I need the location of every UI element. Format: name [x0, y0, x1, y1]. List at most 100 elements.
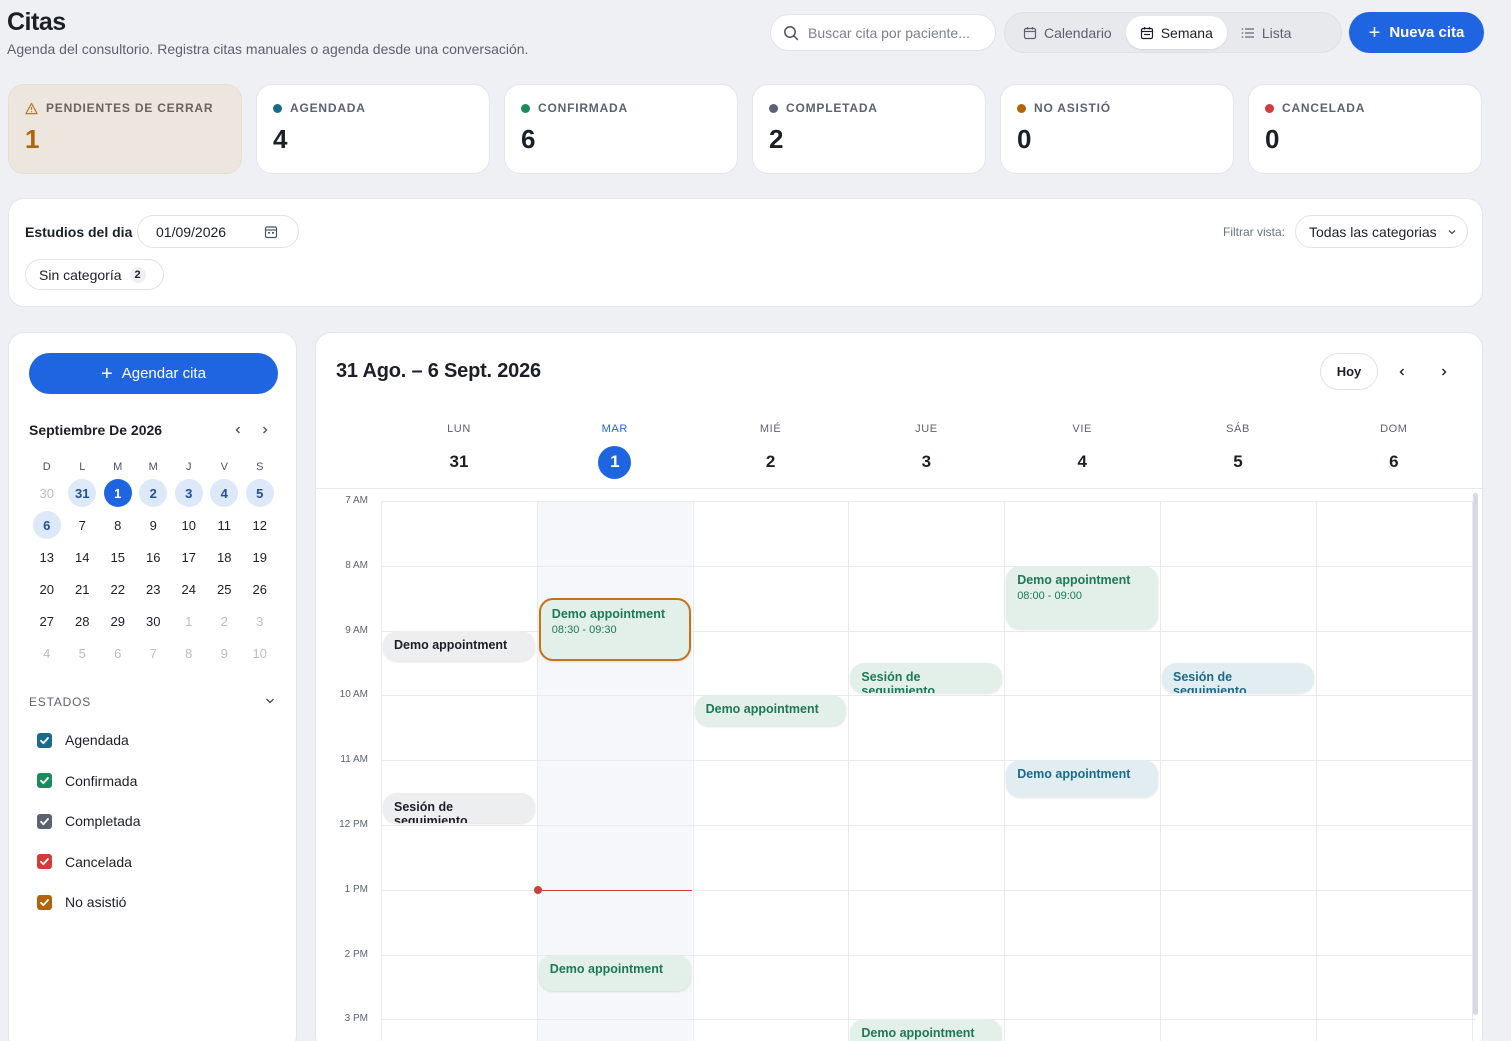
appointment-event[interactable]: Sesión de seguimiento: [850, 663, 1003, 694]
mini-calendar-day[interactable]: 5: [65, 639, 101, 667]
date-field[interactable]: 01/09/2026: [137, 215, 299, 248]
mini-calendar-day[interactable]: 8: [100, 511, 136, 539]
stat-card-cancelada[interactable]: CANCELADA 0: [1248, 84, 1482, 174]
checkbox[interactable]: [37, 773, 52, 788]
stat-card-agendada[interactable]: AGENDADA 4: [256, 84, 490, 174]
checkbox[interactable]: [37, 813, 52, 829]
estado-filter-item[interactable]: Agendada: [37, 732, 129, 748]
mini-calendar-day[interactable]: 8: [171, 639, 207, 667]
time-grid[interactable]: 7 AM 8 AM 9 AM 10 AM 11 AM 12 PM 1 PM 2 PM 3 PM D…: [316, 495, 1476, 1041]
chip-label: Sin categoría: [39, 266, 122, 283]
next-week-button[interactable]: [1434, 362, 1454, 382]
mini-calendar-day[interactable]: 10: [171, 511, 207, 539]
mini-calendar-day[interactable]: 27: [29, 607, 65, 635]
prev-week-button[interactable]: [1392, 362, 1412, 382]
calendar-icon[interactable]: [264, 225, 278, 239]
day-column-divider: [381, 501, 382, 1041]
mini-calendar-day[interactable]: 2: [136, 479, 172, 507]
estado-filter-item[interactable]: Cancelada: [37, 854, 132, 870]
mini-calendar-day[interactable]: 6: [29, 511, 65, 539]
prev-month-button[interactable]: [231, 422, 245, 438]
appointment-event[interactable]: Demo appointment: [538, 954, 691, 992]
nueva-cita-button[interactable]: + Nueva cita: [1349, 12, 1484, 53]
stat-card-no-asistio[interactable]: NO ASISTIÓ 0: [1000, 84, 1234, 174]
mini-calendar-day[interactable]: 30: [29, 479, 65, 507]
search-input[interactable]: [808, 24, 988, 41]
checkbox[interactable]: [37, 732, 52, 748]
mini-calendar-day[interactable]: 24: [171, 575, 207, 603]
mini-calendar-day[interactable]: 17: [171, 543, 207, 571]
mini-calendar-day[interactable]: 18: [207, 543, 243, 571]
scrollbar[interactable]: [1473, 493, 1478, 1015]
appointment-event[interactable]: Demo appointment: [1006, 760, 1158, 798]
mini-calendar-day[interactable]: 3: [171, 479, 207, 507]
day-header[interactable]: SÁB 5: [1160, 423, 1316, 478]
mini-calendar-day[interactable]: 22: [100, 575, 136, 603]
day-name: LUN: [447, 423, 471, 435]
mini-calendar-day[interactable]: 21: [65, 575, 101, 603]
hour-gridline: [381, 565, 1476, 567]
mini-calendar-day[interactable]: 15: [100, 543, 136, 571]
day-header[interactable]: LUN 31: [381, 423, 537, 478]
agendar-cita-button[interactable]: + Agendar cita: [29, 353, 278, 394]
mini-calendar-day[interactable]: 9: [136, 511, 172, 539]
estado-filter-item[interactable]: Completada: [37, 813, 141, 829]
day-name: MIÉ: [759, 423, 782, 435]
mini-calendar-day[interactable]: 31: [65, 479, 101, 507]
estado-filter-item[interactable]: Confirmada: [37, 773, 137, 789]
day-header[interactable]: JUE 3: [848, 423, 1004, 478]
mini-calendar-day[interactable]: 2: [207, 607, 243, 635]
mini-calendar-day[interactable]: 1: [100, 479, 136, 507]
checkbox[interactable]: [37, 854, 52, 869]
mini-calendar-day[interactable]: 23: [136, 575, 172, 603]
day-header[interactable]: MAR 1: [537, 423, 693, 479]
appointment-event[interactable]: Demo appointment: [694, 695, 847, 726]
appointment-event[interactable]: Demo appointment: [850, 1019, 1003, 1041]
mini-calendar-day[interactable]: 5: [242, 479, 278, 507]
category-chip[interactable]: Sin categoría 2: [25, 259, 164, 290]
appointment-event[interactable]: Demo appointment: [383, 630, 535, 661]
appointment-event[interactable]: Demo appointment 08:30 - 09:30: [538, 598, 691, 661]
mini-calendar-day[interactable]: 16: [136, 543, 172, 571]
mini-calendar-day[interactable]: 4: [207, 479, 243, 507]
appointment-event[interactable]: Sesión de seguimiento: [1162, 663, 1314, 694]
stat-card-completada[interactable]: COMPLETADA 2: [752, 84, 986, 174]
view-lista-button[interactable]: Lista: [1227, 16, 1306, 49]
mini-calendar-day[interactable]: 10: [242, 639, 278, 667]
mini-calendar-day[interactable]: 11: [207, 511, 243, 539]
view-calendario-button[interactable]: Calendario: [1009, 16, 1126, 49]
next-month-button[interactable]: [258, 422, 272, 438]
mini-calendar-day[interactable]: 26: [242, 575, 278, 603]
mini-calendar-day[interactable]: 1: [171, 607, 207, 635]
day-header[interactable]: VIE 4: [1004, 423, 1160, 478]
day-name: VIE: [1072, 423, 1092, 435]
mini-calendar-day[interactable]: 29: [100, 607, 136, 635]
mini-calendar-day[interactable]: 7: [136, 639, 172, 667]
mini-calendar-day[interactable]: 7: [65, 511, 101, 539]
day-header[interactable]: MIÉ 2: [693, 423, 849, 478]
search-box[interactable]: [770, 14, 996, 51]
mini-calendar-day[interactable]: 13: [29, 543, 65, 571]
mini-calendar-day[interactable]: 20: [29, 575, 65, 603]
appointment-event[interactable]: Demo appointment 08:00 - 09:00: [1006, 565, 1158, 629]
mini-calendar-day[interactable]: 25: [207, 575, 243, 603]
mini-calendar-day[interactable]: 6: [100, 639, 136, 667]
mini-calendar-day[interactable]: 14: [65, 543, 101, 571]
appointment-event[interactable]: Sesión de seguimiento: [383, 792, 535, 823]
chevron-down-icon[interactable]: [264, 695, 276, 707]
mini-calendar-day[interactable]: 12: [242, 511, 278, 539]
category-filter-select[interactable]: Todas las categorias: [1295, 215, 1468, 248]
mini-calendar-day[interactable]: 30: [136, 607, 172, 635]
checkbox[interactable]: [37, 894, 52, 910]
stat-card-confirmada[interactable]: CONFIRMADA 6: [504, 84, 738, 174]
mini-calendar-day[interactable]: 3: [242, 607, 278, 635]
mini-calendar-day[interactable]: 19: [242, 543, 278, 571]
estado-filter-item[interactable]: No asistió: [37, 894, 126, 910]
today-button[interactable]: Hoy: [1320, 353, 1378, 390]
mini-calendar-day[interactable]: 9: [207, 639, 243, 667]
stat-card-pendientes[interactable]: PENDIENTES DE CERRAR 1: [8, 84, 242, 174]
mini-calendar-day[interactable]: 4: [29, 639, 65, 667]
view-semana-button[interactable]: Semana: [1125, 16, 1227, 49]
day-header[interactable]: DOM 6: [1316, 423, 1472, 478]
mini-calendar-day[interactable]: 28: [65, 607, 101, 635]
